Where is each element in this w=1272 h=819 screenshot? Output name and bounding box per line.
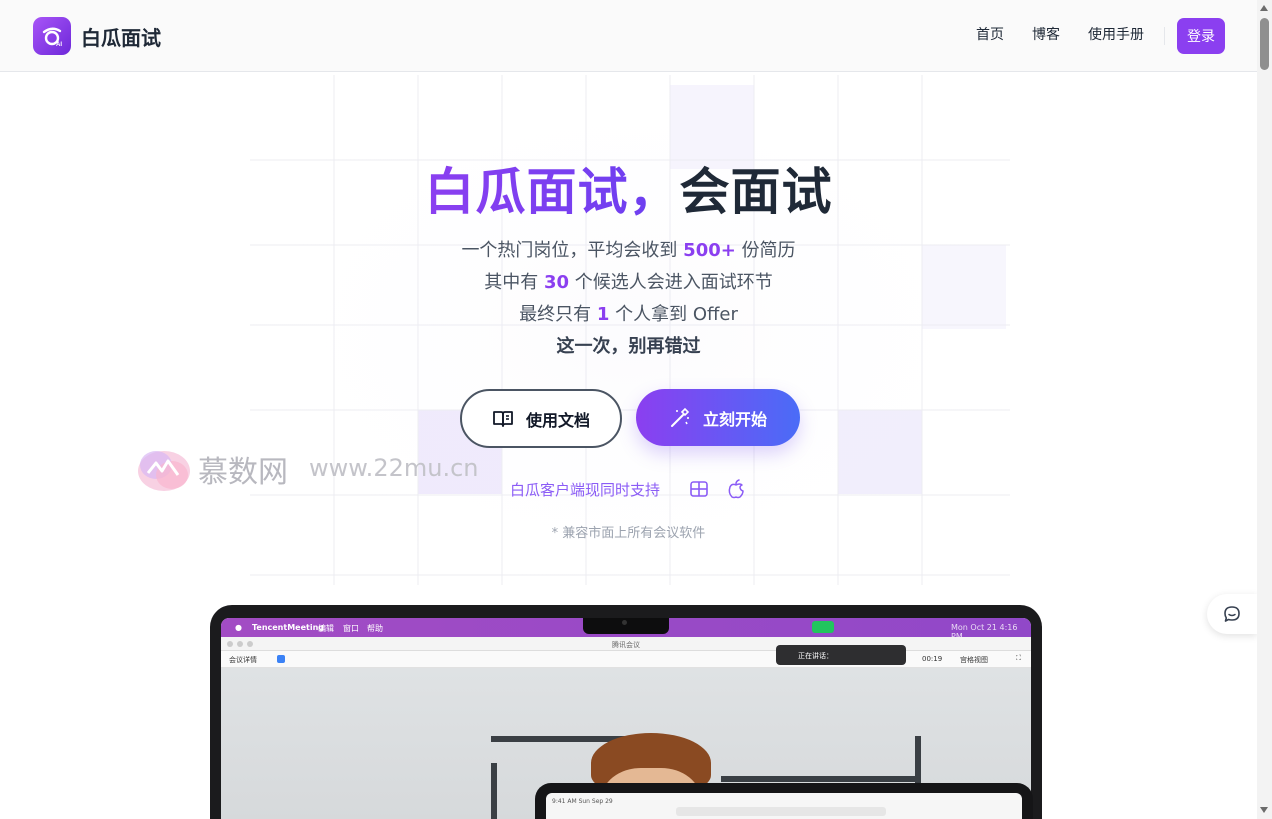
meeting-toolbar: 会议详情 00:19 宫格视图 ⛶	[221, 651, 1031, 668]
watermark-text: 慕数网	[198, 455, 288, 490]
docs-button-label: 使用文档	[525, 410, 590, 430]
platform-support-text: 白瓜客户端现同时支持	[510, 481, 661, 499]
top-header: AI 白瓜面试 首页 博客 使用手册 登录	[0, 0, 1257, 72]
chat-icon	[1224, 606, 1240, 622]
watermark-logo-icon	[138, 451, 190, 491]
docs-button[interactable]: 使用文档	[460, 389, 622, 448]
brand-name[interactable]: 白瓜面试	[81, 22, 161, 51]
tablet-screen: 9:41 AM Sun Sep 29	[546, 793, 1022, 819]
nav-manual[interactable]: 使用手册	[1088, 24, 1144, 44]
speaking-indicator: 正在讲话：	[776, 645, 906, 665]
book-icon	[493, 410, 513, 427]
svg-text:AI: AI	[56, 42, 62, 48]
camera-status-icon	[812, 621, 834, 633]
laptop-camera	[622, 620, 627, 625]
apple-menu-icon: ●	[235, 623, 242, 632]
start-button-label: 立刻开始	[702, 409, 767, 429]
login-button[interactable]: 登录	[1177, 18, 1225, 54]
start-button[interactable]: 立刻开始	[636, 389, 800, 446]
nav-blog[interactable]: 博客	[1032, 24, 1060, 44]
nav-home[interactable]: 首页	[976, 24, 1004, 44]
hero-line-3: 最终只有 1 个人拿到 Offer	[519, 304, 738, 325]
nav-divider	[1164, 27, 1165, 45]
scroll-up-icon[interactable]	[1260, 5, 1268, 11]
windows-icon[interactable]	[689, 479, 709, 499]
hero-line-1: 一个热门岗位，平均会收到 500+ 份简历	[461, 240, 796, 261]
hero-line-4: 这一次，别再错过	[556, 336, 701, 357]
hero-title-accent: 白瓜面试，	[424, 163, 680, 221]
chat-support-button[interactable]	[1207, 594, 1257, 634]
watermark-url: www.22mu.cn	[309, 454, 479, 482]
scroll-thumb[interactable]	[1260, 18, 1269, 70]
compatibility-note: * 兼容市面上所有会议软件	[551, 526, 706, 541]
page-scrollbar[interactable]	[1257, 0, 1272, 819]
offer-count: 1	[596, 304, 610, 325]
hero-title-rest: 会面试	[679, 163, 833, 221]
resume-count: 500+	[683, 240, 736, 261]
apple-icon[interactable]	[726, 479, 746, 499]
magic-wand-icon	[670, 407, 690, 427]
hero-line-2: 其中有 30 个候选人会进入面试环节	[484, 272, 773, 293]
brand-logo-icon[interactable]: AI	[33, 17, 71, 55]
scroll-down-icon[interactable]	[1260, 807, 1268, 813]
hero-title: 白瓜面试，会面试	[0, 152, 1257, 224]
candidate-count: 30	[543, 272, 570, 293]
window-title-bar: 腾讯会议	[221, 637, 1031, 651]
